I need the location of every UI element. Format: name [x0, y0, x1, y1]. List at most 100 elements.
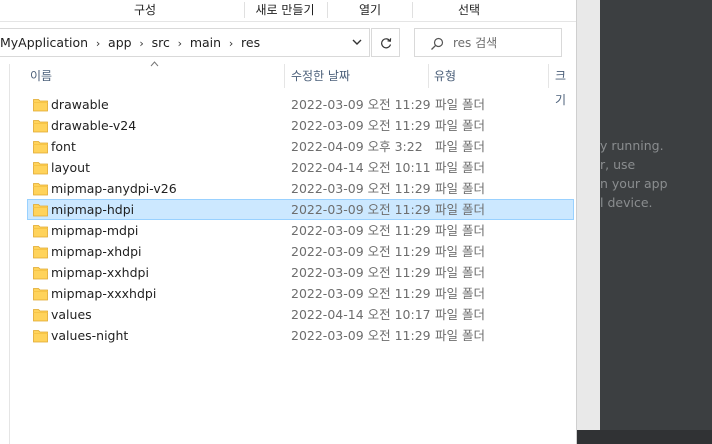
- file-name: mipmap-xxhdpi: [51, 265, 149, 280]
- file-modified-date: 2022-04-14 오전 10:11: [291, 160, 431, 175]
- file-row[interactable]: values-night 2022-03-09 오전 11:29 파일 폴더: [27, 325, 574, 346]
- folder-icon: [33, 99, 48, 112]
- column-divider[interactable]: [548, 64, 549, 88]
- file-type: 파일 폴더: [435, 244, 485, 259]
- ide-hint-line: l device.: [600, 195, 653, 210]
- column-header-name[interactable]: 이름: [30, 64, 52, 88]
- file-modified-date: 2022-03-09 오전 11:29: [291, 181, 431, 196]
- folder-icon: [33, 309, 48, 322]
- file-name: layout: [51, 160, 91, 175]
- ide-bottom-bar: [576, 430, 712, 444]
- file-row[interactable]: mipmap-mdpi 2022-03-09 오전 11:29 파일 폴더: [27, 220, 574, 241]
- breadcrumb-item-src[interactable]: src: [152, 29, 170, 56]
- address-bar[interactable]: MyApplication › app › src › main › res: [0, 28, 370, 57]
- refresh-button[interactable]: [371, 28, 400, 57]
- folder-icon: [33, 288, 48, 301]
- column-divider[interactable]: [428, 64, 429, 88]
- chevron-right-icon[interactable]: ›: [221, 30, 241, 57]
- file-row[interactable]: layout 2022-04-14 오전 10:11 파일 폴더: [27, 157, 574, 178]
- chevron-right-icon[interactable]: ›: [132, 30, 152, 57]
- folder-icon: [33, 183, 48, 196]
- file-modified-date: 2022-04-14 오전 10:17: [291, 307, 431, 322]
- ribbon-tab-open[interactable]: 열기: [328, 0, 412, 20]
- file-row[interactable]: font 2022-04-09 오후 3:22 파일 폴더: [27, 136, 574, 157]
- ribbon-bar: 구성 새로 만들기 열기 선택: [0, 0, 576, 22]
- file-name: mipmap-hdpi: [51, 202, 135, 217]
- breadcrumb-item-res[interactable]: res: [241, 29, 260, 56]
- file-modified-date: 2022-03-09 오전 11:29: [291, 97, 431, 112]
- file-list: drawable 2022-03-09 오전 11:29 파일 폴더 drawable…: [27, 94, 574, 346]
- column-header-type[interactable]: 유형: [434, 64, 456, 88]
- file-type: 파일 폴더: [435, 328, 485, 343]
- file-modified-date: 2022-03-09 오전 11:29: [291, 244, 431, 259]
- file-name: mipmap-anydpi-v26: [51, 181, 177, 196]
- folder-icon: [33, 141, 48, 154]
- file-name: drawable: [51, 97, 109, 112]
- file-row[interactable]: mipmap-anydpi-v26 2022-03-09 오전 11:29 파일 폴…: [27, 178, 574, 199]
- file-type: 파일 폴더: [435, 181, 485, 196]
- ribbon-tab-select[interactable]: 선택: [413, 0, 525, 20]
- file-name: values: [51, 307, 92, 322]
- breadcrumb-item-main[interactable]: main: [190, 29, 221, 56]
- window-gap: [576, 0, 600, 444]
- file-modified-date: 2022-03-09 오전 11:29: [291, 202, 431, 217]
- file-modified-date: 2022-03-09 오전 11:29: [291, 223, 431, 238]
- file-type: 파일 폴더: [435, 202, 485, 217]
- breadcrumb: MyApplication › app › src › main › res: [0, 29, 260, 56]
- file-modified-date: 2022-03-09 오전 11:29: [291, 328, 431, 343]
- file-row[interactable]: values 2022-04-14 오전 10:17 파일 폴더: [27, 304, 574, 325]
- file-row[interactable]: mipmap-xxhdpi 2022-03-09 오전 11:29 파일 폴더: [27, 262, 574, 283]
- column-header-size[interactable]: 크기: [555, 64, 576, 107]
- sort-ascending-icon: [150, 61, 159, 67]
- search-box[interactable]: [414, 28, 562, 57]
- file-name: mipmap-xhdpi: [51, 244, 142, 259]
- file-modified-date: 2022-03-09 오전 11:29: [291, 286, 431, 301]
- file-type: 파일 폴더: [435, 139, 485, 154]
- file-name: drawable-v24: [51, 118, 137, 133]
- chevron-right-icon[interactable]: ›: [170, 30, 190, 57]
- ide-hint-line: y running.: [600, 138, 664, 153]
- folder-icon: [33, 267, 48, 280]
- file-type: 파일 폴더: [435, 265, 485, 280]
- file-type: 파일 폴더: [435, 118, 485, 133]
- file-name: mipmap-mdpi: [51, 223, 139, 238]
- file-row[interactable]: mipmap-xhdpi 2022-03-09 오전 11:29 파일 폴더: [27, 241, 574, 262]
- file-explorer-window: 구성 새로 만들기 열기 선택 MyApplication › app › src › ma…: [0, 0, 577, 444]
- navigation-pane[interactable]: [0, 64, 10, 444]
- ide-hint-text: y running. r, use n your app l device.: [600, 136, 712, 212]
- folder-icon: [33, 162, 48, 175]
- search-icon: [431, 37, 444, 50]
- folder-icon: [33, 120, 48, 133]
- ribbon-tab-organize[interactable]: 구성: [100, 0, 190, 20]
- chevron-right-icon[interactable]: ›: [88, 30, 108, 57]
- search-input[interactable]: [453, 33, 557, 52]
- refresh-icon: [381, 38, 392, 49]
- file-row[interactable]: mipmap-hdpi 2022-03-09 오전 11:29 파일 폴더: [27, 199, 574, 220]
- file-type: 파일 폴더: [435, 97, 485, 112]
- folder-icon: [33, 204, 48, 217]
- folder-icon: [33, 225, 48, 238]
- ide-hint-line: r, use: [600, 157, 636, 172]
- file-name: mipmap-xxxhdpi: [51, 286, 157, 301]
- folder-icon: [33, 330, 48, 343]
- file-type: 파일 폴더: [435, 286, 485, 301]
- file-name: values-night: [51, 328, 129, 343]
- breadcrumb-item-myapplication[interactable]: MyApplication: [0, 29, 88, 56]
- ribbon-tab-new[interactable]: 새로 만들기: [245, 0, 325, 20]
- file-type: 파일 폴더: [435, 160, 485, 175]
- chevron-down-icon[interactable]: [350, 35, 364, 49]
- column-header-date[interactable]: 수정한 날짜: [291, 64, 350, 88]
- file-row[interactable]: mipmap-xxxhdpi 2022-03-09 오전 11:29 파일 폴더: [27, 283, 574, 304]
- folder-icon: [33, 246, 48, 259]
- file-type: 파일 폴더: [435, 223, 485, 238]
- breadcrumb-item-app[interactable]: app: [108, 29, 132, 56]
- file-modified-date: 2022-03-09 오전 11:29: [291, 265, 431, 280]
- column-divider[interactable]: [284, 64, 285, 88]
- ide-hint-line: n your app: [600, 176, 668, 191]
- file-type: 파일 폴더: [435, 307, 485, 322]
- file-modified-date: 2022-03-09 오전 11:29: [291, 118, 431, 133]
- file-row[interactable]: drawable-v24 2022-03-09 오전 11:29 파일 폴더: [27, 115, 574, 136]
- file-modified-date: 2022-04-09 오후 3:22: [291, 139, 423, 154]
- file-name: font: [51, 139, 76, 154]
- file-row[interactable]: drawable 2022-03-09 오전 11:29 파일 폴더: [27, 94, 574, 115]
